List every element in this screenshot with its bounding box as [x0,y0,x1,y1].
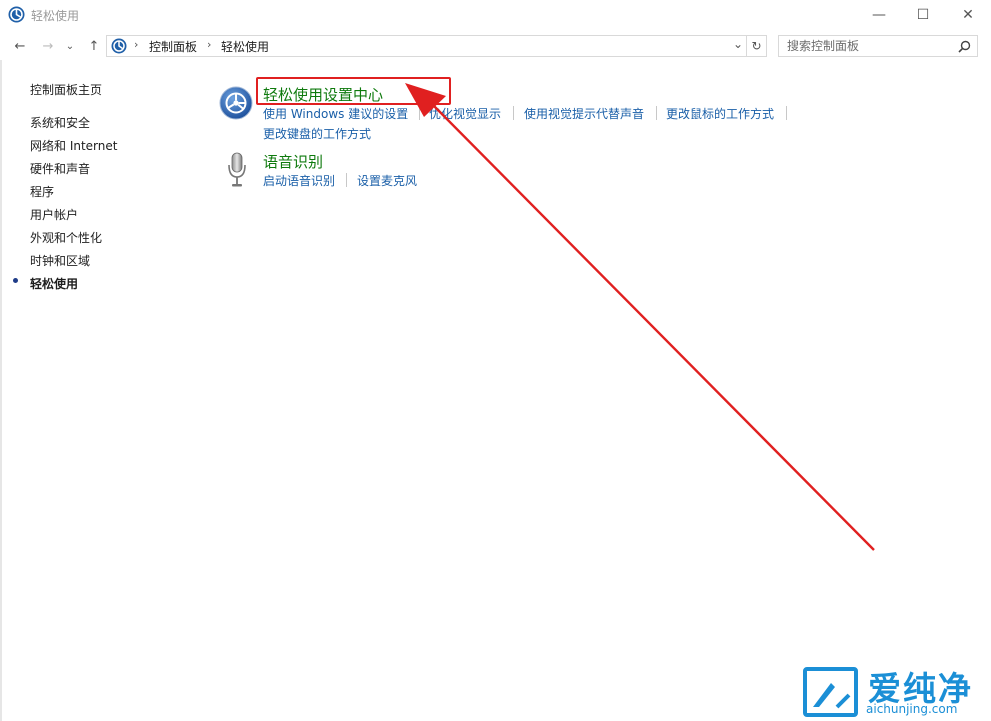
refresh-button[interactable]: ↻ [747,35,767,57]
breadcrumb-control-panel[interactable]: 控制面板 [149,38,197,55]
task-link-keyboard[interactable]: 更改键盘的工作方式 [263,125,371,142]
task-link-windows-recommended[interactable]: 使用 Windows 建议的设置 [263,105,408,122]
ease-of-access-links-row: 使用 Windows 建议的设置 优化视觉显示 使用视觉提示代替声音 更改鼠标的… [263,105,823,121]
address-bar[interactable]: › 控制面板 › 轻松使用 ⌄ [106,35,747,57]
sidebar-item-system-security[interactable]: 系统和安全 [30,114,90,131]
minimize-icon: — [872,7,886,23]
watermark-logo [803,667,858,717]
microphone-icon [228,152,246,187]
link-separator [513,106,514,120]
sidebar-item-network[interactable]: 网络和 Internet [30,137,117,154]
speech-recognition-link[interactable]: 语音识别 [263,151,323,172]
chevron-down-icon: ⌄ [65,40,75,52]
link-separator [656,106,657,120]
task-link-optimize-visual[interactable]: 优化视觉显示 [429,105,501,122]
active-item-bullet [13,278,18,283]
sidebar-item-hardware-sound[interactable]: 硬件和声音 [30,160,90,177]
search-box[interactable] [778,35,978,57]
sidebar-item-programs[interactable]: 程序 [30,183,54,200]
ease-of-access-icon [219,86,253,120]
maximize-icon: ☐ [916,7,930,23]
speech-links-row: 启动语音识别 设置麦克风 [263,172,463,188]
sidebar-item-user-accounts[interactable]: 用户帐户 [30,206,78,223]
up-arrow-icon: ↑ [88,38,100,54]
arrow-shaft [432,104,875,551]
minimize-button[interactable]: — [856,0,902,30]
ease-of-access-icon [8,6,25,23]
window-title: 轻松使用 [31,9,80,23]
task-link-start-speech[interactable]: 启动语音识别 [263,172,335,189]
title-bar: 轻松使用 — ☐ ✕ [0,0,991,30]
up-button[interactable]: ↑ [84,36,104,56]
forward-arrow-icon: → [42,38,54,54]
link-separator [346,173,347,187]
logo-slash-icon [813,683,851,709]
forward-button[interactable]: → [38,36,58,56]
link-separator [419,106,420,120]
search-input[interactable] [779,36,963,56]
window-left-edge [0,60,2,721]
recent-locations-button[interactable]: ⌄ [63,36,77,56]
refresh-icon: ↻ [751,39,762,53]
sidebar-item-ease-of-access[interactable]: 轻松使用 [30,275,78,292]
link-separator [786,106,787,120]
task-link-visual-cues[interactable]: 使用视觉提示代替声音 [524,105,644,122]
close-icon: ✕ [962,7,974,23]
sidebar-home-link[interactable]: 控制面板主页 [30,81,102,98]
address-dropdown-icon[interactable]: ⌄ [733,37,743,51]
breadcrumb-separator: › [207,38,212,51]
breadcrumb-ease-of-access[interactable]: 轻松使用 [221,38,269,55]
watermark-url: aichunjing.com [866,702,958,716]
sidebar-item-appearance[interactable]: 外观和个性化 [30,229,102,246]
search-icon[interactable] [958,40,971,53]
sidebar-item-clock-region[interactable]: 时钟和区域 [30,252,90,269]
back-button[interactable]: ← [10,36,30,56]
control-panel-icon [111,38,127,54]
breadcrumb-separator: › [134,38,139,51]
highlight-box [256,77,451,105]
back-arrow-icon: ← [14,38,26,54]
task-link-mouse[interactable]: 更改鼠标的工作方式 [666,105,774,122]
maximize-button[interactable]: ☐ [900,0,946,30]
task-link-setup-microphone[interactable]: 设置麦克风 [357,172,417,189]
close-button[interactable]: ✕ [945,0,991,30]
